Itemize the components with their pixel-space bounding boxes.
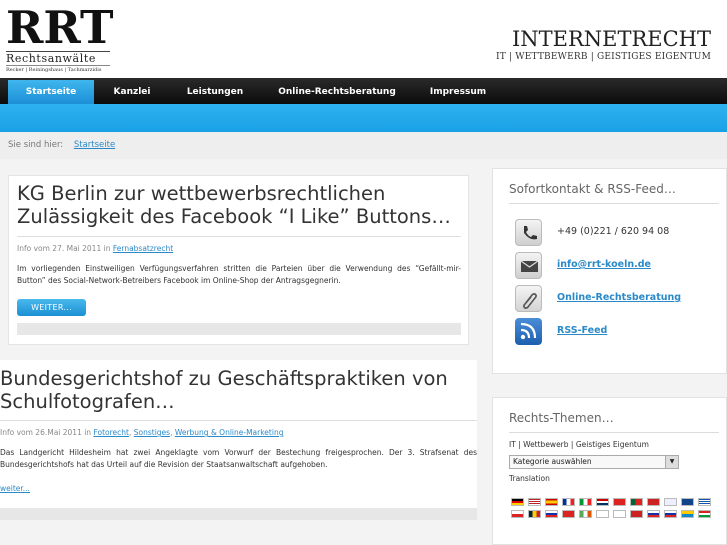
contact-widget: Sofortkontakt & RSS-Feed… +49 (0)221 / 6… [492,168,727,374]
category-link-sonstiges[interactable]: Sonstiges [134,428,170,437]
breadcrumb: Sie sind hier: Startseite [0,132,727,159]
post-meta: Info vom 27. Mai 2011 in Fernabsatzrecht [17,244,173,253]
translation-label: Translation [509,474,550,483]
logo-mark: RRT [6,1,114,54]
flag-pl-icon[interactable] [511,510,524,518]
category-link[interactable]: Fernabsatzrecht [113,244,173,253]
main-nav: Startseite Kanzlei Leistungen Online-Rec… [0,78,727,104]
flag-dk-icon[interactable] [647,498,660,506]
logo-subtitle: Rechtsanwälte [6,52,96,65]
flag-hu-icon[interactable] [698,510,711,518]
logo[interactable]: RRT Rechtsanwälte Recker | Reiningshaus … [6,1,114,75]
post-card: Bundesgerichtshof zu Geschäftspraktiken … [0,360,477,520]
post-meta: Info vom 26.Mai 2011 in Fotorecht, Sonst… [0,428,284,437]
site-branding: INTERNETRECHT IT | WETTBEWERB | GEISTIGE… [496,28,711,63]
category-link-werbung[interactable]: Werbung & Online-Marketing [175,428,284,437]
logo-names: Recker | Reiningshaus | Tachmarzidis [6,65,110,74]
flag-fr-icon[interactable] [562,498,575,506]
nav-item-startseite[interactable]: Startseite [8,80,94,104]
email-link[interactable]: info@rrt-koeln.de [557,259,651,270]
flag-fi-icon[interactable] [664,498,677,506]
divider [509,432,719,433]
breadcrumb-prefix: Sie sind hier: [8,140,64,150]
post-card: KG Berlin zur wettbewerbsrechtlichen Zul… [8,175,469,345]
post-title[interactable]: KG Berlin zur wettbewerbsrechtlichen Zul… [17,182,465,228]
flag-tr-icon[interactable] [613,498,626,506]
category-select-value: Kategorie auswählen [513,457,592,466]
flag-si-icon[interactable] [664,510,677,518]
post-footer-bar [0,508,477,520]
flag-cn-icon[interactable] [562,510,575,518]
site-tagline: IT | WETTBEWERB | GEISTIGES EIGENTUM [495,52,711,62]
site-title: INTERNETRECHT [511,27,711,51]
themes-subtitle: IT | Wettbewerb | Geistiges Eigentum [509,440,649,449]
flag-no-icon[interactable] [630,510,643,518]
flag-es-icon[interactable] [545,498,558,506]
mail-icon [515,252,542,279]
category-link-fotorecht[interactable]: Fotorecht [93,428,129,437]
widget-title: Rechts-Themen… [509,411,614,425]
online-rechtsberatung-link[interactable]: Online-Rechtsberatung [557,292,681,303]
accent-band [0,104,727,132]
flag-gr-icon[interactable] [698,498,711,506]
read-more-link[interactable]: weiter... [0,484,30,493]
flag-ru-icon[interactable] [545,510,558,518]
post-date: Info vom 27. Mai 2011 in [17,244,113,253]
flag-us-icon[interactable] [528,498,541,506]
flag-kr-icon[interactable] [613,510,626,518]
chevron-down-icon: ▼ [665,456,678,468]
divider [509,203,719,204]
post-title[interactable]: Bundesgerichtshof zu Geschäftspraktiken … [0,367,470,413]
paperclip-icon [515,285,542,312]
post-date: Info vom 26.Mai 2011 in [0,428,94,437]
flag-ro-icon[interactable] [528,510,541,518]
category-select[interactable]: Kategorie auswählen ▼ [509,455,679,469]
site-header: RRT Rechtsanwälte Recker | Reiningshaus … [0,0,727,78]
read-more-button[interactable]: WEITER... [17,299,86,316]
rss-icon [515,318,542,345]
divider [0,420,477,421]
nav-item-kanzlei[interactable]: Kanzlei [100,80,164,104]
flag-pt-icon[interactable] [630,498,643,506]
divider [17,236,461,237]
widget-title: Sofortkontakt & RSS-Feed… [509,182,676,196]
post-footer-bar [17,323,461,335]
post-excerpt: Im vorliegenden Einstweiligen Verfügungs… [17,264,461,285]
flag-jp-icon[interactable] [596,510,609,518]
breadcrumb-link-startseite[interactable]: Startseite [74,140,115,150]
rss-feed-link[interactable]: RSS-Feed [557,325,607,336]
flag-se-icon[interactable] [681,498,694,506]
nav-item-leistungen[interactable]: Leistungen [176,80,254,104]
contact-phone: +49 (0)221 / 620 94 08 [557,226,670,237]
flag-ua-icon[interactable] [681,510,694,518]
flag-de-icon[interactable] [511,498,524,506]
nav-item-impressum[interactable]: Impressum [418,80,498,104]
flag-nl-icon[interactable] [596,498,609,506]
themes-widget: Rechts-Themen… IT | Wettbewerb | Geistig… [492,397,727,545]
post-excerpt: Das Landgericht Hildesheim hat zwei Ange… [0,448,477,469]
phone-icon [515,219,542,246]
flag-ie-icon[interactable] [579,510,592,518]
flag-it-icon[interactable] [579,498,592,506]
flag-sk-icon[interactable] [647,510,660,518]
nav-item-online-rechtsberatung[interactable]: Online-Rechtsberatung [268,80,406,104]
